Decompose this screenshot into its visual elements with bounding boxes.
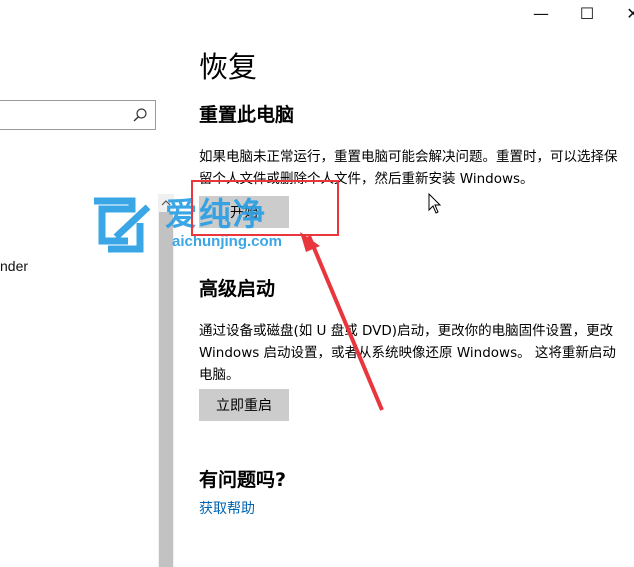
help-heading: 有问题吗? [199, 469, 287, 491]
watermark-logo-icon [94, 197, 151, 253]
advanced-startup-description: 通过设备或磁盘(如 U 盘或 DVD)启动，更改你的电脑固件设置，更改 Wind… [199, 323, 616, 383]
search-input[interactable] [0, 100, 156, 130]
minimize-button[interactable]: — [518, 0, 564, 26]
annotation-arrow-icon [300, 232, 384, 411]
maximize-button[interactable]: ☐ [564, 0, 610, 26]
search-icon[interactable] [132, 107, 148, 123]
sidebar-item-defender[interactable]: nder [0, 258, 28, 274]
reset-pc-heading: 重置此电脑 [199, 104, 295, 126]
scroll-thumb[interactable] [159, 212, 173, 567]
restart-now-button[interactable]: 立即重启 [199, 389, 289, 421]
mouse-cursor-icon [428, 193, 442, 214]
advanced-startup-heading: 高级启动 [199, 278, 276, 300]
close-button[interactable]: ✕ [610, 0, 634, 26]
get-help-link[interactable]: 获取帮助 [199, 499, 255, 519]
annotation-highlight-box [191, 180, 339, 236]
page-title: 恢复 [199, 50, 258, 84]
